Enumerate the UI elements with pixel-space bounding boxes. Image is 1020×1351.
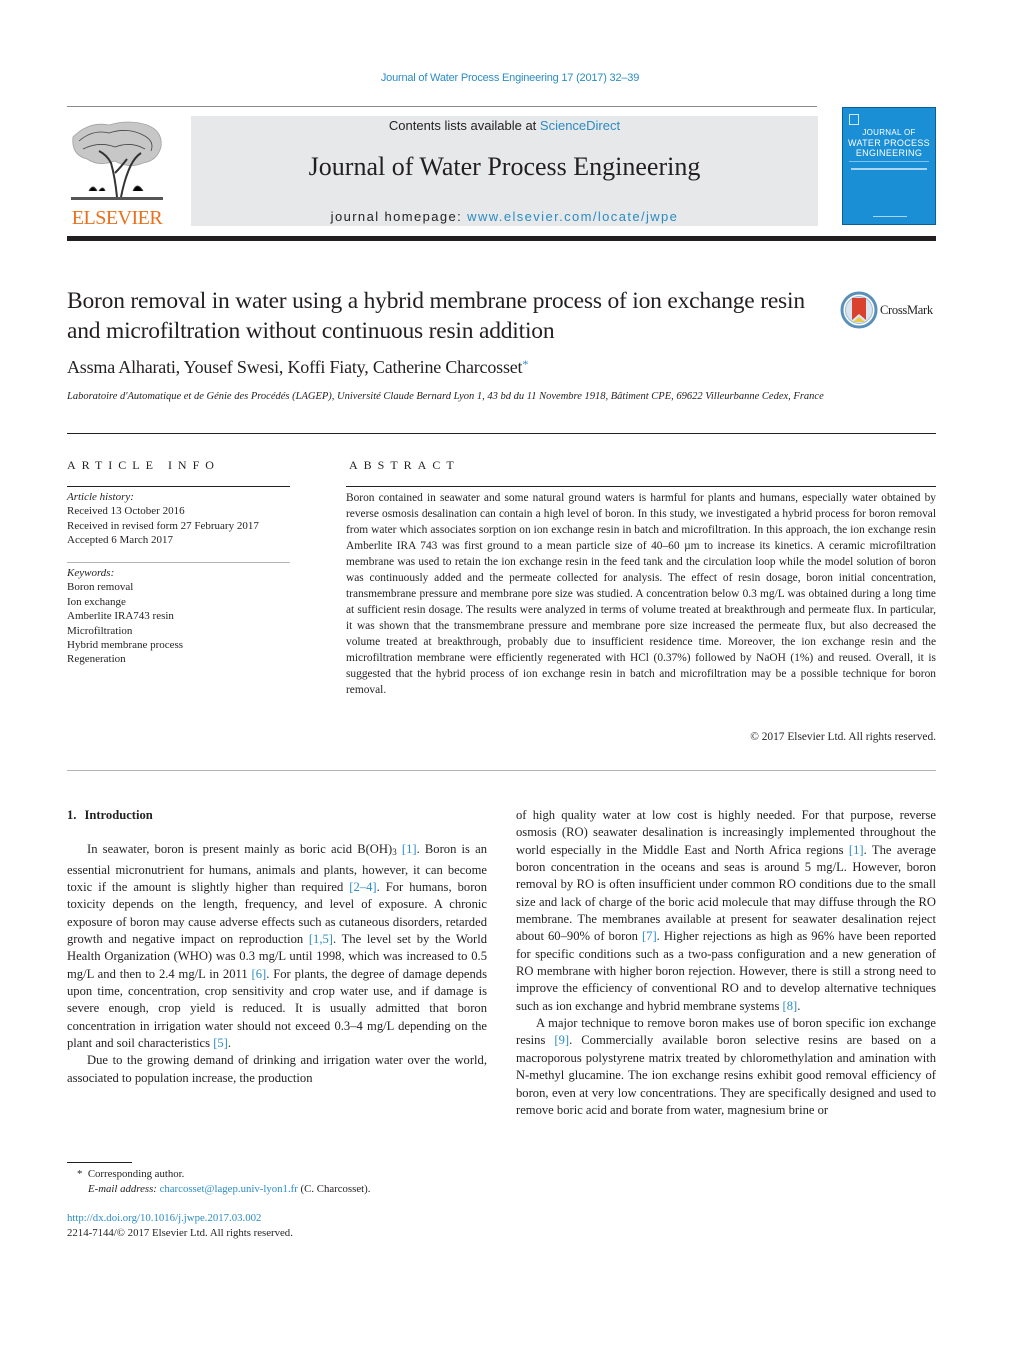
cover-title-line: WATER PROCESS bbox=[848, 138, 930, 148]
keywords-label: Keywords: bbox=[67, 567, 115, 579]
article-title: Boron removal in water using a hybrid me… bbox=[67, 288, 805, 344]
journal-cover-thumbnail[interactable]: JOURNAL OF WATER PROCESS ENGINEERING bbox=[842, 107, 936, 225]
subscript: 3 bbox=[392, 847, 397, 858]
sciencedirect-link[interactable]: ScienceDirect bbox=[540, 118, 620, 133]
citation-link[interactable]: [1] bbox=[402, 842, 417, 856]
cover-title-line: JOURNAL OF bbox=[862, 128, 916, 137]
keyword-item: Hybrid membrane process bbox=[67, 639, 184, 652]
citation-link[interactable]: [2–4] bbox=[349, 880, 376, 894]
section-number: 1. bbox=[67, 808, 77, 822]
author-names: Assma Alharati, Yousef Swesi, Koffi Fiat… bbox=[67, 357, 523, 377]
issn-copyright: 2214-7144/© 2017 Elsevier Ltd. All right… bbox=[67, 1226, 293, 1239]
section-heading-introduction: 1. Introduction bbox=[67, 807, 487, 824]
body-paragraph-continued: of high quality water at low cost is hig… bbox=[516, 807, 936, 1015]
keyword-item: Ion exchange bbox=[67, 595, 126, 608]
citation-link[interactable]: [1] bbox=[849, 843, 864, 857]
citation-link[interactable]: [5] bbox=[213, 1036, 228, 1050]
text-run: . bbox=[797, 998, 801, 1013]
cover-footer-bar bbox=[873, 216, 907, 217]
history-label: Article history: bbox=[67, 491, 134, 503]
abstract-heading: ABSTRACT bbox=[349, 458, 460, 472]
body-paragraph: Due to the growing demand of drinking an… bbox=[67, 1052, 487, 1087]
history-item: Received in revised form 27 February 201… bbox=[67, 519, 259, 532]
journal-masthead: Contents lists available at ScienceDirec… bbox=[191, 116, 818, 226]
abstract-text: Boron contained in seawater and some nat… bbox=[346, 492, 936, 696]
history-item: Received 13 October 2016 bbox=[67, 505, 185, 518]
footnote-text: Corresponding author. bbox=[87, 1168, 185, 1180]
abstract-end-divider bbox=[67, 770, 936, 771]
cover-title: JOURNAL OF WATER PROCESS ENGINEERING bbox=[843, 128, 935, 158]
elsevier-wordmark: ELSEVIER bbox=[71, 207, 163, 229]
body-column-right: of high quality water at low cost is hig… bbox=[516, 807, 936, 1119]
footnote-divider bbox=[67, 1162, 132, 1163]
masthead-thick-divider bbox=[67, 236, 936, 241]
article-info-heading: ARTICLE INFO bbox=[67, 458, 220, 472]
abstract-divider bbox=[346, 486, 936, 487]
cover-divider bbox=[849, 161, 929, 164]
contents-line: Contents lists available at ScienceDirec… bbox=[191, 118, 818, 133]
contents-prefix: Contents lists available at bbox=[388, 118, 540, 133]
keywords-list: Keywords: Boron removal Ion exchange Amb… bbox=[67, 566, 297, 667]
cover-title-line: ENGINEERING bbox=[855, 148, 923, 158]
crossmark-icon bbox=[840, 291, 878, 329]
corresponding-author-mark[interactable]: * bbox=[522, 357, 528, 371]
journal-homepage-link[interactable]: www.elsevier.com/locate/jwpe bbox=[467, 209, 678, 224]
keyword-item: Boron removal bbox=[67, 581, 134, 594]
cover-emblem-icon bbox=[849, 114, 859, 125]
footnote: * Corresponding author. E-mail address: … bbox=[67, 1167, 507, 1196]
body-column-left: 1. Introduction In seawater, boron is pre… bbox=[67, 807, 487, 1087]
keywords-divider bbox=[67, 562, 290, 563]
email-label: E-mail address: bbox=[88, 1182, 157, 1195]
doi-link[interactable]: http://dx.doi.org/10.1016/j.jwpe.2017.03… bbox=[67, 1212, 261, 1224]
elsevier-logo[interactable]: ELSEVIER bbox=[67, 115, 167, 229]
header-divider bbox=[67, 106, 817, 107]
crossmark-badge[interactable]: CrossMark bbox=[840, 291, 940, 331]
body-paragraph: In seawater, boron is present mainly as … bbox=[67, 841, 487, 1052]
doi-block: http://dx.doi.org/10.1016/j.jwpe.2017.03… bbox=[67, 1211, 507, 1240]
citation-link[interactable]: [8] bbox=[783, 999, 798, 1013]
author-list: Assma Alharati, Yousef Swesi, Koffi Fiat… bbox=[67, 357, 528, 378]
elsevier-tree-icon bbox=[71, 121, 163, 200]
body-paragraph: A major technique to remove boron makes … bbox=[516, 1015, 936, 1119]
text-run: . Commercially available boron selective… bbox=[516, 1033, 936, 1117]
corresponding-author-note: * Corresponding author. bbox=[67, 1167, 507, 1182]
homepage-prefix: journal homepage: bbox=[330, 209, 468, 224]
text-run: In seawater, boron is present mainly as … bbox=[87, 842, 393, 857]
author-email-link[interactable]: charcosset@lagep.univ-lyon1.fr bbox=[160, 1183, 298, 1195]
crossmark-label: CrossMark bbox=[880, 303, 933, 317]
article-info-divider bbox=[67, 486, 290, 487]
citation-link[interactable]: [1,5] bbox=[309, 932, 333, 946]
text-run: Due to the growing demand of drinking an… bbox=[67, 1053, 487, 1085]
email-owner: (C. Charcosset). bbox=[300, 1182, 371, 1195]
keyword-item: Amberlite IRA743 resin bbox=[67, 610, 174, 623]
text-run: . bbox=[227, 1036, 232, 1051]
footnote-mark: * bbox=[77, 1168, 83, 1180]
article-history: Article history: Received 13 October 201… bbox=[67, 490, 297, 548]
citation-link[interactable]: [9] bbox=[554, 1033, 569, 1047]
section-title: Introduction bbox=[84, 808, 153, 822]
keyword-item: Regeneration bbox=[67, 653, 126, 666]
homepage-line: journal homepage: www.elsevier.com/locat… bbox=[191, 209, 818, 224]
journal-citation-link[interactable]: Journal of Water Process Engineering 17 … bbox=[0, 72, 1020, 84]
title-divider bbox=[67, 433, 936, 434]
author-affiliation: Laboratoire d'Automatique et de Génie de… bbox=[67, 391, 824, 402]
citation-link[interactable]: [7] bbox=[642, 929, 657, 943]
email-note: E-mail address: charcosset@lagep.univ-ly… bbox=[67, 1182, 507, 1197]
citation-link[interactable]: [6] bbox=[252, 967, 267, 981]
keyword-item: Microfiltration bbox=[67, 624, 133, 637]
abstract-copyright: © 2017 Elsevier Ltd. All rights reserved… bbox=[750, 731, 936, 743]
history-item: Accepted 6 March 2017 bbox=[67, 534, 173, 547]
cover-subtitle-bar bbox=[851, 168, 927, 170]
journal-title: Journal of Water Process Engineering bbox=[308, 152, 701, 181]
